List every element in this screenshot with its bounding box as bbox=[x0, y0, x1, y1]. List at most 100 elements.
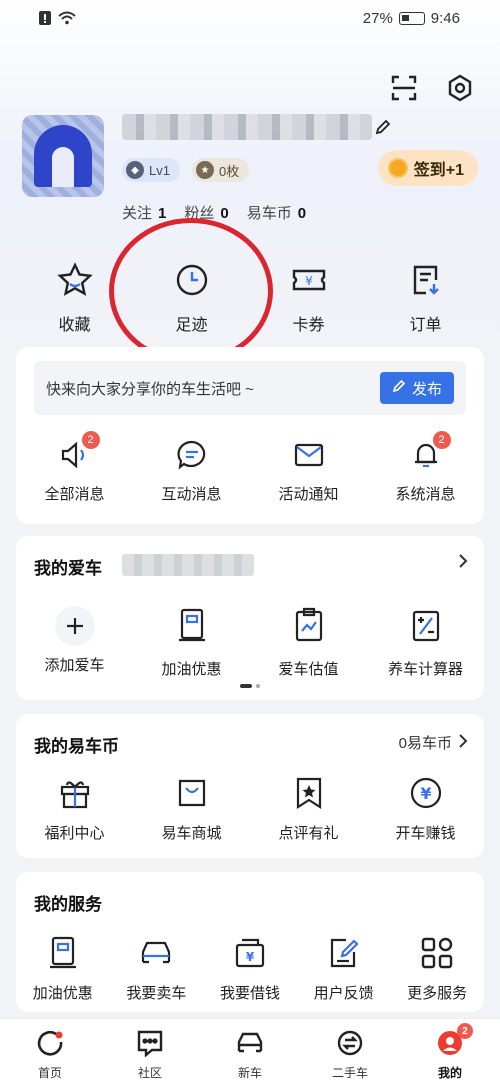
maintenance-calculator[interactable]: 养车计算器 bbox=[371, 606, 481, 679]
home-icon bbox=[36, 1029, 64, 1060]
service-label: 加油优惠 bbox=[32, 985, 93, 1002]
plus-icon bbox=[54, 606, 95, 646]
review-rewards[interactable]: 点评有礼 bbox=[254, 776, 364, 843]
avatar[interactable] bbox=[22, 115, 104, 197]
drive-earn[interactable]: ¥ 开车赚钱 bbox=[371, 776, 481, 843]
unread-badge: 2 bbox=[81, 431, 100, 449]
quick-orders[interactable]: 订单 bbox=[376, 262, 476, 335]
services-title: 我的服务 bbox=[34, 895, 102, 914]
service-borrow-money[interactable]: ¥ 我要借钱 bbox=[205, 936, 295, 1003]
yiche-mall[interactable]: 易车商城 bbox=[137, 776, 247, 843]
notification-icon bbox=[38, 10, 52, 30]
service-sell-car[interactable]: 我要卖车 bbox=[111, 936, 201, 1003]
service-label: 我要借钱 bbox=[219, 985, 280, 1002]
car-name-blurred bbox=[122, 554, 254, 576]
medal-badge[interactable]: ★ 0枚 bbox=[192, 158, 250, 182]
nav-label: 新车 bbox=[237, 1066, 262, 1080]
svg-text:¥: ¥ bbox=[246, 950, 255, 964]
coins-action-label: 开车赚钱 bbox=[395, 825, 456, 842]
level-text: Lv1 bbox=[149, 162, 170, 178]
unread-badge: 2 bbox=[432, 431, 451, 449]
chevron-right-icon bbox=[458, 733, 468, 752]
my-car-more[interactable] bbox=[458, 554, 468, 572]
chart-clipboard-icon bbox=[293, 606, 325, 650]
service-label: 我要卖车 bbox=[126, 985, 187, 1002]
message-label: 活动通知 bbox=[278, 486, 339, 503]
fuel-pump-icon bbox=[47, 936, 79, 974]
publish-label: 发布 bbox=[411, 380, 442, 398]
battery-percent: 27% bbox=[362, 10, 393, 27]
car-valuation[interactable]: 爱车估值 bbox=[254, 606, 364, 679]
stat-coins[interactable]: 易车币 0 bbox=[247, 202, 306, 223]
scan-icon[interactable] bbox=[388, 72, 420, 104]
gift-icon bbox=[58, 776, 92, 814]
stat-value: 0 bbox=[297, 205, 307, 222]
car-icon bbox=[139, 936, 173, 974]
car-action-label: 添加爱车 bbox=[44, 657, 105, 674]
pager-dots bbox=[240, 684, 260, 688]
service-more[interactable]: 更多服务 bbox=[392, 936, 482, 1003]
level-badge[interactable]: ◆ Lv1 bbox=[122, 158, 180, 182]
wifi-icon bbox=[58, 11, 76, 29]
message-types: 2 全部消息 互动消息 活动通知 2 系统消息 bbox=[16, 431, 484, 504]
car-action-label: 加油优惠 bbox=[161, 661, 222, 678]
grid-icon bbox=[420, 936, 454, 974]
nav-community[interactable]: 社区 bbox=[105, 1019, 195, 1084]
services-card: 我的服务 加油优惠 我要卖车 ¥ 我要借钱 用户反馈 更多服务 bbox=[16, 872, 484, 1012]
shopping-bag-icon bbox=[175, 776, 209, 814]
message-label: 互动消息 bbox=[161, 486, 222, 503]
quick-coupons[interactable]: ¥ 卡券 bbox=[259, 262, 359, 335]
bottom-nav: 首页 社区 新车 二手车 2 我的 bbox=[0, 1018, 500, 1084]
status-right: 27% 9:46 bbox=[363, 10, 460, 27]
activity-notices[interactable]: 活动通知 bbox=[254, 439, 364, 504]
publish-button[interactable]: 发布 bbox=[379, 372, 454, 404]
add-car[interactable]: 添加爱车 bbox=[20, 606, 130, 679]
ticket-icon: ¥ bbox=[291, 262, 327, 303]
exchange-icon bbox=[336, 1029, 364, 1060]
medal-icon: ★ bbox=[196, 161, 214, 179]
svg-text:¥: ¥ bbox=[305, 274, 313, 288]
edit-icon[interactable] bbox=[374, 118, 392, 141]
services-list: 加油优惠 我要卖车 ¥ 我要借钱 用户反馈 更多服务 bbox=[16, 936, 484, 1003]
nav-label: 我的 bbox=[437, 1066, 462, 1080]
coins-balance-link[interactable]: 0易车币 bbox=[399, 732, 468, 753]
interaction-messages[interactable]: 互动消息 bbox=[137, 439, 247, 504]
nav-used-car[interactable]: 二手车 bbox=[305, 1019, 395, 1084]
bookmark-star-icon bbox=[292, 776, 326, 814]
pencil-icon bbox=[392, 379, 406, 397]
fuel-pump-icon bbox=[176, 606, 208, 650]
coins-actions: 福利中心 易车商城 点评有礼 ¥ 开车赚钱 bbox=[16, 776, 484, 843]
nav-badge: 2 bbox=[457, 1023, 473, 1039]
message-label: 全部消息 bbox=[44, 486, 105, 503]
coins-balance: 0易车币 bbox=[398, 735, 452, 752]
money-bag-icon: ¥ bbox=[233, 936, 267, 974]
service-fuel-discount[interactable]: 加油优惠 bbox=[18, 936, 108, 1003]
service-feedback[interactable]: 用户反馈 bbox=[299, 936, 389, 1003]
nav-new-car[interactable]: 新车 bbox=[205, 1019, 295, 1084]
stat-follow[interactable]: 关注 1 bbox=[122, 202, 166, 223]
fuel-discount[interactable]: 加油优惠 bbox=[137, 606, 247, 679]
quick-label: 卡券 bbox=[292, 317, 325, 334]
car-icon bbox=[236, 1029, 264, 1060]
settings-icon[interactable] bbox=[444, 72, 476, 104]
nav-mine[interactable]: 2 我的 bbox=[405, 1019, 495, 1084]
feedback-edit-icon bbox=[327, 936, 361, 974]
calculator-icon bbox=[410, 606, 442, 650]
status-left bbox=[38, 10, 76, 30]
order-icon bbox=[408, 262, 444, 303]
my-car-title: 我的爱车 bbox=[34, 559, 102, 578]
message-label: 系统消息 bbox=[395, 486, 456, 503]
my-car-card: 我的爱车 添加爱车 加油优惠 爱车估值 养车计算器 bbox=[16, 536, 484, 700]
quick-label: 订单 bbox=[409, 317, 442, 334]
nav-label: 二手车 bbox=[331, 1066, 368, 1080]
share-prompt[interactable]: 快来向大家分享你的车生活吧 ~ 发布 bbox=[34, 361, 466, 415]
nav-home[interactable]: 首页 bbox=[5, 1019, 95, 1084]
welfare-center[interactable]: 福利中心 bbox=[20, 776, 130, 843]
clock-time: 9:46 bbox=[430, 10, 460, 27]
system-messages[interactable]: 2 系统消息 bbox=[371, 431, 481, 504]
diamond-icon: ◆ bbox=[126, 161, 144, 179]
all-messages[interactable]: 2 全部消息 bbox=[20, 431, 130, 504]
star-icon bbox=[56, 262, 93, 303]
medal-text: 0枚 bbox=[219, 163, 240, 179]
signin-button[interactable]: 签到+1 bbox=[377, 150, 478, 186]
